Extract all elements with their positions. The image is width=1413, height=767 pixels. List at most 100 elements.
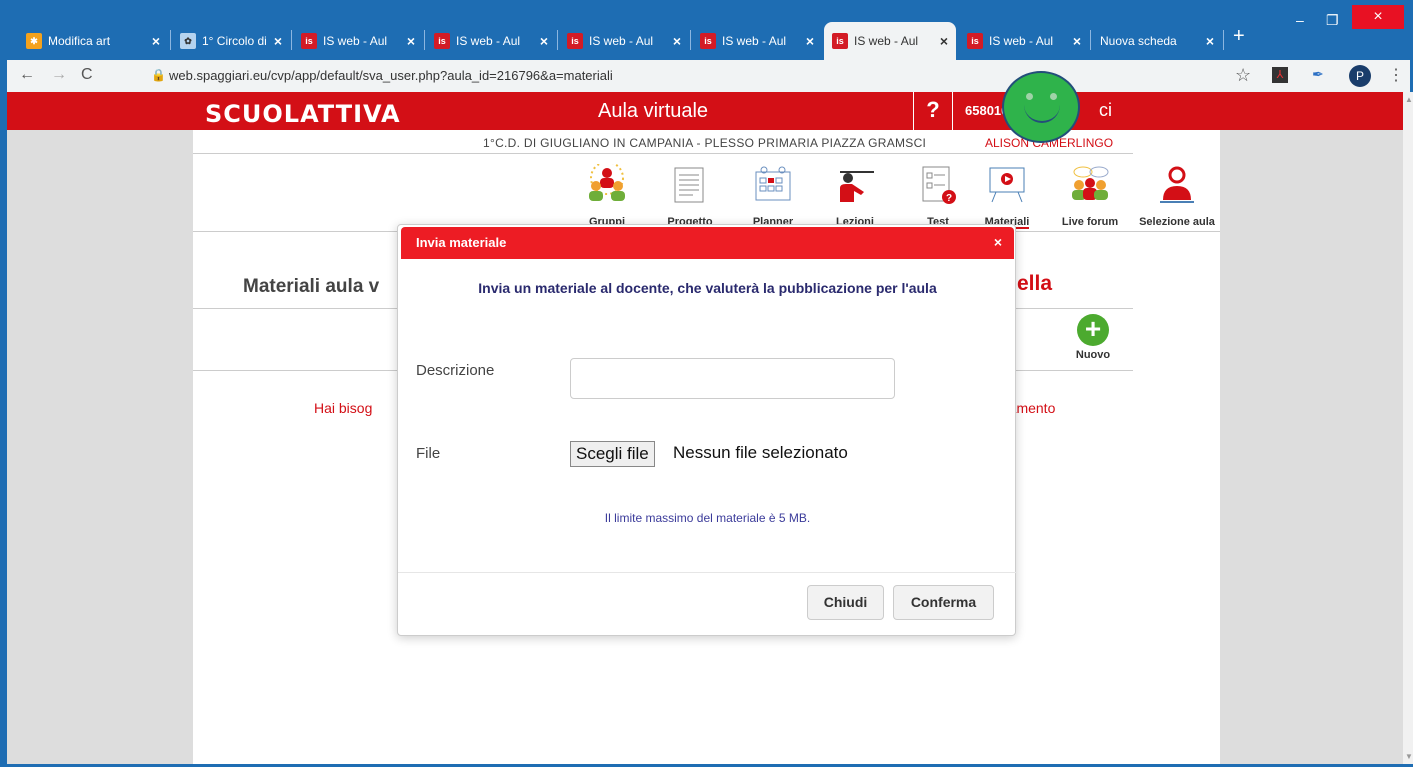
new-tab-button[interactable]: + (1233, 25, 1245, 48)
browser-tab[interactable]: is IS web - Aul × (559, 22, 689, 60)
school-name: 1°C.D. DI GIUGLIANO IN CAMPANIA - PLESSO… (483, 136, 927, 150)
is-icon: is (967, 33, 983, 49)
browser-tab[interactable]: is IS web - Aul × (692, 22, 822, 60)
file-label: File (416, 445, 441, 462)
description-input[interactable] (570, 358, 895, 399)
tab-close-icon[interactable]: × (274, 33, 282, 49)
new-label: Nuovo (1075, 349, 1111, 361)
tab-title: IS web - Aul (854, 34, 919, 48)
tab-title: IS web - Aul (323, 34, 388, 48)
classroom-select-icon (1160, 166, 1194, 203)
dialog-close-icon[interactable]: × (994, 234, 1002, 250)
address-bar: ← → C 🔒 web.spaggiari.eu/cvp/app/default… (7, 60, 1410, 92)
scroll-down-icon[interactable]: ▼ (1405, 752, 1413, 761)
groups-icon (589, 161, 625, 201)
browser-tab[interactable]: ✿ 1° Circolo di × (172, 22, 290, 60)
project-icon (674, 167, 704, 203)
lessons-icon (840, 171, 874, 202)
smiley-eye (1026, 93, 1033, 100)
browser-tab[interactable]: is IS web - Aul × (293, 22, 423, 60)
joomla-icon: ✱ (26, 33, 42, 49)
page-header-title: Aula virtuale (598, 100, 709, 122)
nav-label: Live forum (1061, 216, 1119, 228)
smiley-face-icon (1002, 71, 1080, 143)
planner-icon (755, 166, 791, 201)
tab-title: 1° Circolo di (202, 34, 267, 48)
tab-title: Nuova scheda (1100, 34, 1177, 48)
back-arrow-icon[interactable]: ← (19, 66, 35, 84)
page-scrollbar[interactable]: ▲ ▼ (1403, 92, 1413, 764)
tab-close-icon[interactable]: × (540, 33, 548, 49)
smiley-mouth (1024, 103, 1060, 123)
dialog-title: Invia materiale (416, 235, 507, 250)
scroll-up-icon[interactable]: ▲ (1405, 95, 1413, 104)
browser-tab[interactable]: is IS web - Aul × (959, 22, 1089, 60)
window-close-button[interactable]: × (1352, 5, 1404, 29)
live-forum-icon (1072, 166, 1109, 200)
tab-separator (557, 30, 558, 50)
nav-item-test[interactable]: ? Test (903, 164, 973, 228)
browser-tab[interactable]: ✱ Modifica art × (18, 22, 168, 60)
lock-icon: 🔒 (151, 68, 166, 82)
close-button[interactable]: Chiudi (807, 585, 884, 620)
restore-icon[interactable]: ❐ (1326, 12, 1339, 29)
tab-close-icon[interactable]: × (1073, 33, 1081, 49)
dialog-footer-divider (398, 572, 1017, 573)
user-name-fragment: ci (1099, 100, 1112, 120)
tab-close-icon[interactable]: × (407, 33, 415, 49)
size-limit-note: Il limite massimo del materiale è 5 MB. (604, 511, 811, 525)
tab-close-icon[interactable]: × (806, 33, 814, 49)
is-icon: is (301, 33, 317, 49)
confirm-button[interactable]: Conferma (893, 585, 994, 620)
choose-file-button[interactable]: Scegli file (570, 441, 655, 467)
tab-close-icon[interactable]: × (1206, 33, 1214, 49)
browser-menu-icon[interactable]: ⋮ (1388, 65, 1404, 85)
tab-separator (170, 30, 171, 50)
tab-title: IS web - Aul (722, 34, 787, 48)
tab-title: IS web - Aul (589, 34, 654, 48)
feather-extension-icon[interactable]: ✒ (1312, 66, 1324, 83)
nav-item-materiali[interactable]: Materiali (972, 164, 1042, 228)
nav-item-gruppi[interactable]: Gruppi (572, 161, 642, 228)
send-material-dialog: Invia materiale × Invia un materiale al … (397, 224, 1017, 636)
scuolattiva-logo[interactable]: SCUOLATTIVA (205, 100, 401, 128)
tab-title: Modifica art (48, 34, 111, 48)
is-icon: is (567, 33, 583, 49)
tab-close-icon[interactable]: × (673, 33, 681, 49)
tab-close-icon[interactable]: × (152, 33, 160, 49)
materials-icon (989, 167, 1025, 203)
bookmark-star-icon[interactable]: ☆ (1235, 65, 1251, 86)
tab-title: IS web - Aul (989, 34, 1054, 48)
school-icon: ✿ (180, 33, 196, 49)
tab-separator (1223, 30, 1224, 50)
nav-item-live-forum[interactable]: Live forum (1055, 164, 1125, 228)
nav-item-progetto[interactable]: Progetto (655, 164, 725, 228)
tab-close-icon[interactable]: × (940, 33, 948, 49)
dialog-subtitle: Invia un materiale al docente, che valut… (478, 280, 937, 296)
help-button[interactable]: ? (913, 92, 953, 130)
browser-tab[interactable]: Nuova scheda × (1092, 22, 1222, 60)
browser-tab[interactable]: is IS web - Aul × (426, 22, 556, 60)
is-icon: is (832, 33, 848, 49)
file-status: Nessun file selezionato (673, 443, 848, 462)
url-field[interactable]: web.spaggiari.eu/cvp/app/default/sva_use… (169, 68, 613, 83)
nav-item-selezione-aula[interactable]: Selezione aula (1137, 164, 1217, 228)
description-label: Descrizione (416, 362, 495, 379)
is-icon: is (434, 33, 450, 49)
nav-item-planner[interactable]: Planner (738, 164, 808, 228)
tab-separator (690, 30, 691, 50)
tab-separator (424, 30, 425, 50)
tab-separator (1090, 30, 1091, 50)
pdf-extension-icon[interactable]: ⅄ (1272, 67, 1288, 83)
tab-separator (291, 30, 292, 50)
nav-item-lezioni[interactable]: Lezioni (820, 164, 890, 228)
profile-avatar[interactable]: P (1349, 65, 1371, 87)
minimize-icon[interactable]: – (1296, 12, 1304, 28)
browser-tab-bar: ✱ Modifica art × ✿ 1° Circolo di × is IS… (0, 0, 1413, 60)
tab-title: IS web - Aul (456, 34, 521, 48)
reload-icon[interactable]: C (81, 66, 93, 84)
nav-icon-row: Gruppi Progetto Planner Lezioni ? Test M… (193, 154, 1220, 232)
forward-arrow-icon[interactable]: → (51, 66, 67, 84)
new-material-button[interactable]: + Nuovo (1068, 314, 1118, 362)
browser-tab-active[interactable]: is IS web - Aul × (824, 22, 956, 60)
